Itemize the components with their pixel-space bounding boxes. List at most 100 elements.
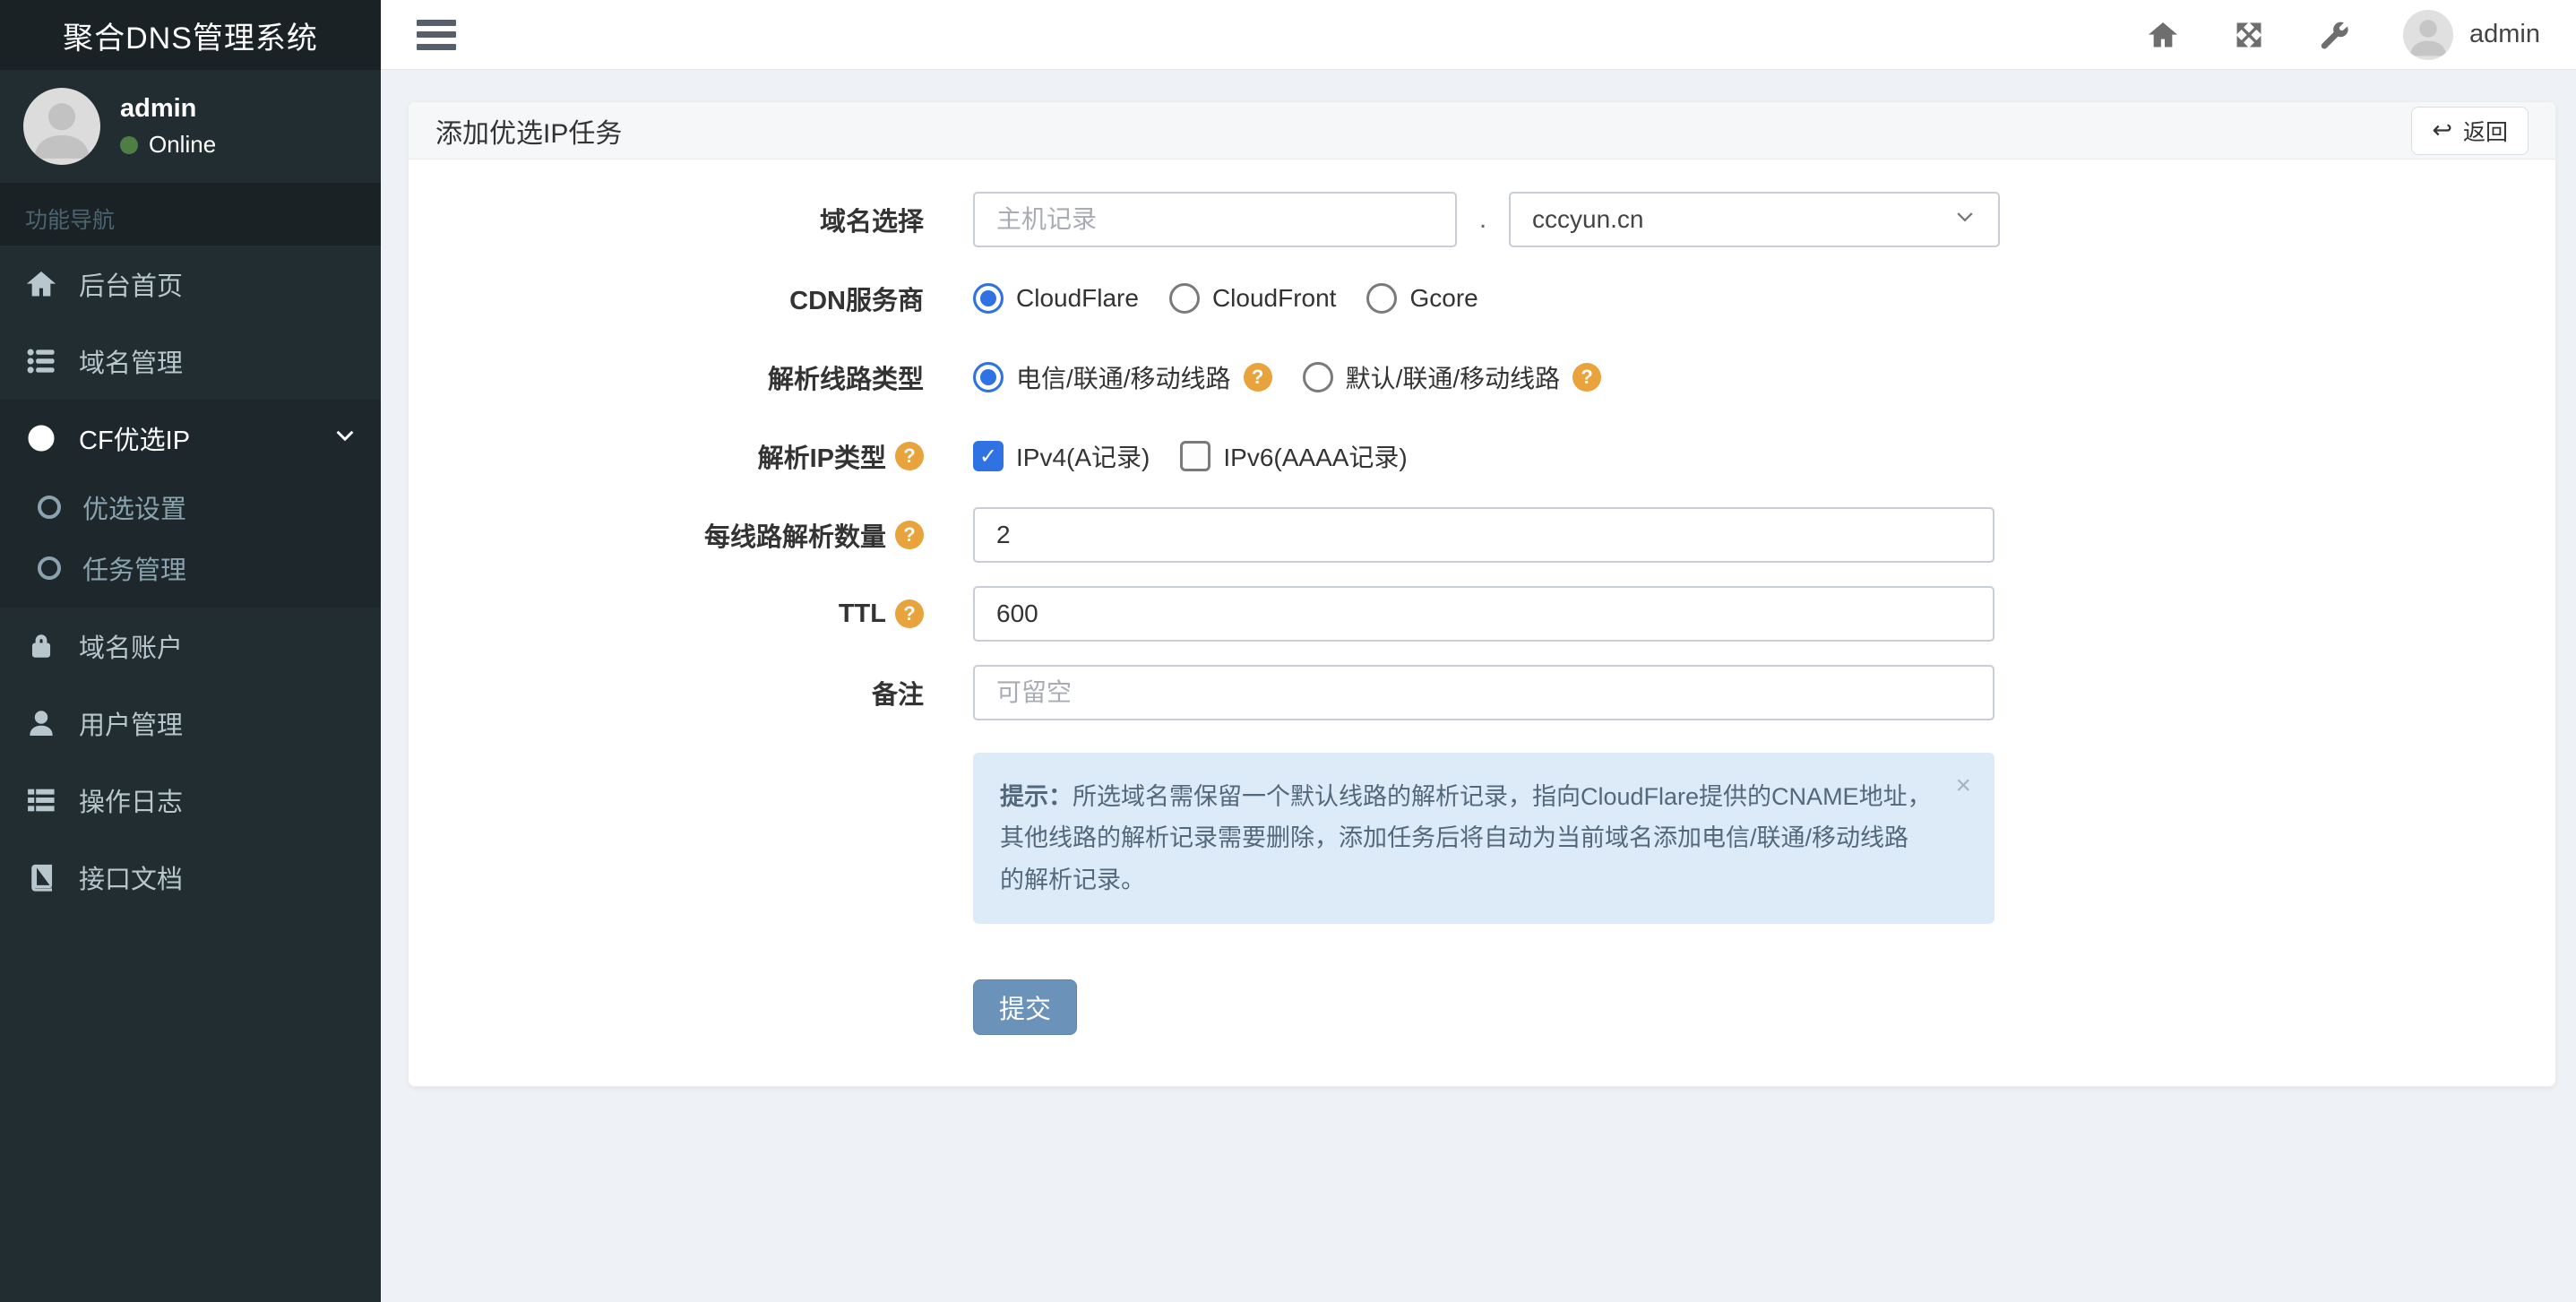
avatar (2403, 9, 2453, 60)
main-content: 添加优选IP任务 ↩ 返回 域名选择 . cccyun.cn (381, 70, 2576, 1302)
label-text: 解析线路类型 (767, 366, 924, 394)
hint-text: 所选域名需保留一个默认线路的解析记录，指向CloudFlare提供的CNAME地… (1000, 783, 1932, 893)
fullscreen-icon[interactable] (2231, 17, 2267, 53)
form-row-domain: 域名选择 . cccyun.cn (409, 192, 2555, 247)
radio-gcore[interactable]: Gcore (1366, 283, 1478, 314)
checkbox-ipv6[interactable]: IPv6(AAAA记录) (1180, 438, 1408, 474)
hint-alert: 提示：所选域名需保留一个默认线路的解析记录，指向CloudFlare提供的CNA… (973, 753, 1994, 925)
navbar-user-menu[interactable]: admin (2403, 9, 2540, 60)
radio-icon (1366, 283, 1398, 314)
sidebar-item-user-management[interactable]: 用户管理 (0, 685, 381, 762)
sidebar-item-preferred-settings[interactable]: 优选设置 (0, 477, 381, 538)
submit-button[interactable]: 提交 (973, 979, 1078, 1036)
domain-select[interactable]: cccyun.cn (1509, 192, 2000, 247)
domain-select-value: cccyun.cn (1532, 205, 1644, 233)
status-label: Online (149, 131, 217, 158)
form-row-line-type: 解析线路类型 电信/联通/移动线路 ? 默认/联通/移动线路 ? (409, 349, 2555, 405)
option-label: CloudFlare (1016, 284, 1139, 312)
radio-checked-icon (973, 283, 1004, 314)
back-button[interactable]: ↩ 返回 (2411, 106, 2529, 155)
sidebar-item-domains[interactable]: 域名管理 (0, 323, 381, 400)
select-chevron-icon (1953, 205, 1977, 235)
sidebar-item-operation-logs[interactable]: 操作日志 (0, 762, 381, 839)
sidebar-item-label: 优选设置 (82, 496, 187, 524)
help-icon[interactable]: ? (1243, 363, 1272, 392)
label-text: TTL (838, 599, 886, 628)
sidebar-menu: 后台首页 域名管理 CF优选IP 优选设置 任务管理 域名账户 用户管理 操作日… (0, 246, 381, 916)
sidebar-item-dashboard[interactable]: 后台首页 (0, 246, 381, 323)
help-icon[interactable]: ? (1572, 363, 1602, 392)
form-row-per-line: 每线路解析数量 ? (409, 507, 2555, 563)
help-icon[interactable]: ? (895, 442, 924, 470)
radio-line-default[interactable]: 默认/联通/移动线路 ? (1302, 359, 1602, 395)
line-type-label: 解析线路类型 (409, 358, 973, 396)
hint-prefix: 提示： (1000, 783, 1073, 810)
radio-cloudflare[interactable]: CloudFlare (973, 283, 1139, 314)
checkbox-ipv4[interactable]: ✓ IPv4(A记录) (973, 438, 1150, 474)
per-line-count-input[interactable] (973, 507, 1994, 563)
chevron-down-icon (334, 424, 356, 453)
domain-label: 域名选择 (409, 201, 973, 238)
sidebar-item-task-management[interactable]: 任务管理 (0, 538, 381, 599)
option-label: 默认/联通/移动线路 (1345, 365, 1561, 392)
form-row-ip-type: 解析IP类型 ? ✓ IPv4(A记录) IPv6(AAAA记录) (409, 428, 2555, 484)
sidebar-user-panel: admin Online (0, 70, 381, 183)
ttl-input[interactable] (973, 586, 1994, 642)
sidebar-toggle-button[interactable] (417, 19, 456, 50)
radio-cloudfront[interactable]: CloudFront (1168, 283, 1337, 314)
domain-separator: . (1478, 204, 1487, 234)
form-row-remark: 备注 (409, 665, 2555, 720)
circle-icon (38, 496, 61, 519)
option-label: Gcore (1409, 284, 1478, 312)
user-status: Online (120, 131, 216, 159)
card-header: 添加优选IP任务 ↩ 返回 (409, 102, 2555, 160)
log-icon (25, 784, 57, 816)
radio-icon (1302, 362, 1333, 392)
online-dot-icon (120, 135, 138, 154)
home-icon[interactable] (2145, 17, 2181, 53)
list-icon (25, 345, 57, 377)
sidebar-treeview-cf: CF优选IP 优选设置 任务管理 (0, 400, 381, 608)
circle-icon (38, 556, 61, 580)
close-icon[interactable]: × (1955, 772, 1971, 799)
option-label: CloudFront (1211, 284, 1337, 312)
radio-line-telecom[interactable]: 电信/联通/移动线路 ? (973, 359, 1272, 395)
host-record-input[interactable] (973, 192, 1457, 247)
label-text: 每线路解析数量 (703, 523, 886, 552)
remark-label: 备注 (409, 674, 973, 711)
label-text: 备注 (871, 681, 924, 710)
sidebar-item-label: 域名账户 (79, 634, 184, 663)
sidebar-item-label: 接口文档 (79, 866, 184, 894)
checkbox-checked-icon: ✓ (973, 441, 1004, 471)
sidebar-item-label: 操作日志 (79, 789, 184, 817)
add-task-form: 域名选择 . cccyun.cn CDN服务商 (409, 160, 2555, 1086)
navbar-username: admin (2469, 20, 2540, 48)
sidebar-item-cf-ip[interactable]: CF优选IP (0, 400, 381, 477)
sidebar-item-domain-accounts[interactable]: 域名账户 (0, 608, 381, 685)
app-title: 聚合DNS管理系统 (63, 21, 318, 56)
sidebar-item-label: 用户管理 (79, 711, 184, 740)
label-text: CDN服务商 (789, 287, 924, 315)
radio-icon (1168, 283, 1200, 314)
globe-icon (25, 422, 57, 454)
sidebar-item-label: 任务管理 (82, 556, 187, 585)
ip-type-label: 解析IP类型 ? (409, 437, 973, 475)
avatar (23, 88, 100, 165)
book-icon (25, 861, 57, 893)
add-task-card: 添加优选IP任务 ↩ 返回 域名选择 . cccyun.cn (408, 101, 2556, 1088)
user-silhouette-icon (34, 103, 90, 159)
per-line-label: 每线路解析数量 ? (409, 516, 973, 554)
help-icon[interactable]: ? (895, 599, 924, 628)
sidebar-username: admin (120, 94, 197, 123)
sidebar-item-api-docs[interactable]: 接口文档 (0, 839, 381, 916)
user-icon (25, 707, 57, 739)
cdn-label: CDN服务商 (409, 280, 973, 317)
wrench-icon[interactable] (2317, 17, 2353, 53)
help-icon[interactable]: ? (895, 521, 924, 549)
lock-icon (25, 630, 57, 662)
app-logo[interactable]: 聚合DNS管理系统 (0, 0, 381, 70)
radio-checked-icon (973, 362, 1004, 392)
sidebar-item-label: 域名管理 (79, 349, 184, 378)
label-text: 域名选择 (819, 208, 924, 237)
remark-input[interactable] (973, 665, 1994, 720)
